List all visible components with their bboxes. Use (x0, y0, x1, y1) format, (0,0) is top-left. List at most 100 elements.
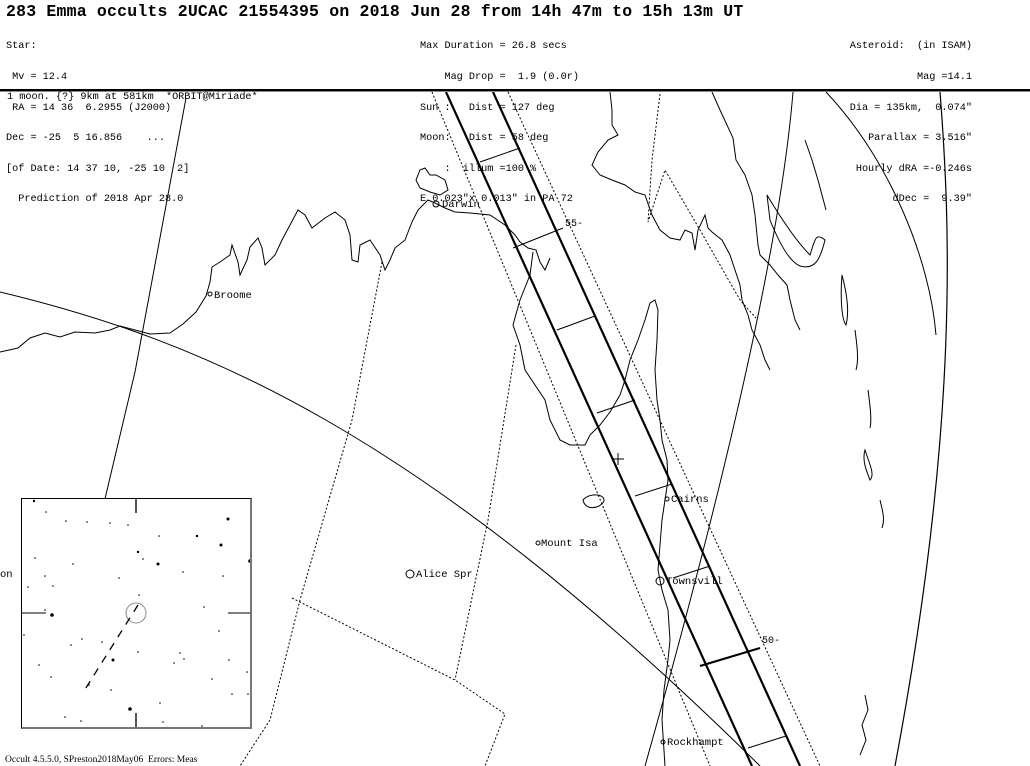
star (44, 575, 46, 577)
star (50, 676, 52, 678)
star-field (22, 499, 252, 730)
star (101, 641, 103, 643)
star (52, 585, 54, 587)
occultation-title: 283 Emma occults 2UCAC 21554395 on 2018 … (6, 2, 744, 21)
max-duration: Max Duration = 26.8 secs (420, 41, 567, 53)
time-tick (556, 315, 596, 331)
meridian-line-left (99, 97, 187, 521)
great-circle-arc (825, 92, 937, 336)
occultation-path (431, 92, 821, 766)
coastline-new-britain (766, 194, 826, 268)
star (138, 594, 140, 596)
star (248, 559, 252, 563)
coastline-solomon-1 (804, 139, 827, 211)
border-wa-nt (239, 261, 383, 766)
coastline-new-guinea-north (711, 92, 801, 331)
star (195, 534, 199, 538)
star (128, 707, 132, 711)
star (159, 702, 161, 704)
star (50, 613, 54, 617)
star (183, 658, 185, 660)
time-label-50: 50- (762, 636, 781, 647)
star-chart-inset (21, 498, 252, 730)
star-label: Star: (6, 41, 37, 53)
star (34, 557, 36, 559)
star (44, 609, 46, 611)
star (136, 550, 140, 554)
stars (23, 499, 252, 730)
city-label-cairns: Cairns (671, 494, 709, 506)
star (118, 577, 120, 579)
moon-note: 1 moon. {?} 9km at 581km *ORBIT@Miriade* (7, 92, 258, 103)
city-label-rockhampton: Rockhampt (667, 737, 724, 749)
coastline-cape-york-west (512, 251, 671, 766)
star (142, 558, 144, 560)
star (222, 575, 224, 577)
border-sa-south (291, 597, 506, 766)
star (32, 499, 36, 503)
path-limit-solid-south (491, 92, 802, 766)
star (86, 521, 88, 523)
mag-drop: Mag Drop = 1.9 (0.0r) (420, 72, 579, 83)
star (88, 684, 90, 686)
star (72, 563, 74, 565)
asteroid-label: Asteroid: (in ISAM) (849, 41, 972, 53)
star (80, 720, 82, 722)
star (111, 658, 115, 662)
border-nt-qld (454, 344, 517, 681)
star (27, 586, 29, 588)
city-label-townsville: Townsvill (666, 576, 723, 588)
star (137, 651, 139, 653)
coastline-new-caledonia (863, 448, 873, 481)
asteroid-motion-track (83, 604, 139, 692)
city-label-broome: Broome (214, 290, 252, 302)
city-label-truncated: on (0, 569, 13, 581)
star (156, 562, 160, 566)
time-tick (747, 735, 787, 749)
coastline-solomon-2 (840, 274, 849, 327)
coastline-nz-bits (859, 694, 869, 756)
star (109, 522, 111, 524)
star (231, 693, 233, 695)
coastline-north-australia (0, 199, 551, 353)
coastline-solomon-3 (854, 329, 859, 371)
star (45, 511, 47, 513)
star (226, 517, 230, 521)
star (173, 662, 175, 664)
star (218, 630, 220, 632)
asteroid-mag: Mag =14.1 (916, 72, 972, 83)
star (23, 634, 25, 636)
earth-limb-right (894, 92, 948, 766)
star (158, 535, 160, 537)
star (201, 725, 203, 727)
star (110, 689, 112, 691)
path-limit-dotted-north (431, 92, 711, 766)
star (246, 671, 248, 673)
star (38, 664, 40, 666)
coastline-vanuatu (867, 389, 872, 429)
star (81, 638, 83, 640)
star (127, 524, 129, 526)
star (179, 652, 181, 654)
city-marker-broome (207, 291, 213, 297)
time-tick-55 (512, 227, 564, 249)
time-label-55: 55- (565, 219, 584, 230)
coastline-gulf-island (582, 494, 605, 509)
star-magnitude: Mv = 12.4 (6, 72, 68, 83)
star (70, 644, 72, 646)
star (65, 520, 67, 522)
city-marker-mount-isa (535, 540, 541, 546)
coastline-darwin-islands (415, 167, 449, 196)
city-label-darwin: Darwin (442, 199, 480, 211)
star (64, 716, 66, 718)
software-credit: Occult 4.5.5.0, SPreston2018May06 Errors… (5, 755, 198, 765)
city-marker-alice-springs (405, 569, 415, 579)
star (219, 543, 223, 547)
state-borders (239, 93, 757, 766)
star (182, 571, 184, 573)
star (247, 693, 249, 695)
star (162, 721, 164, 723)
city-label-alice-springs: Alice Spr (416, 569, 473, 581)
star (203, 606, 205, 608)
time-tick (479, 147, 521, 163)
